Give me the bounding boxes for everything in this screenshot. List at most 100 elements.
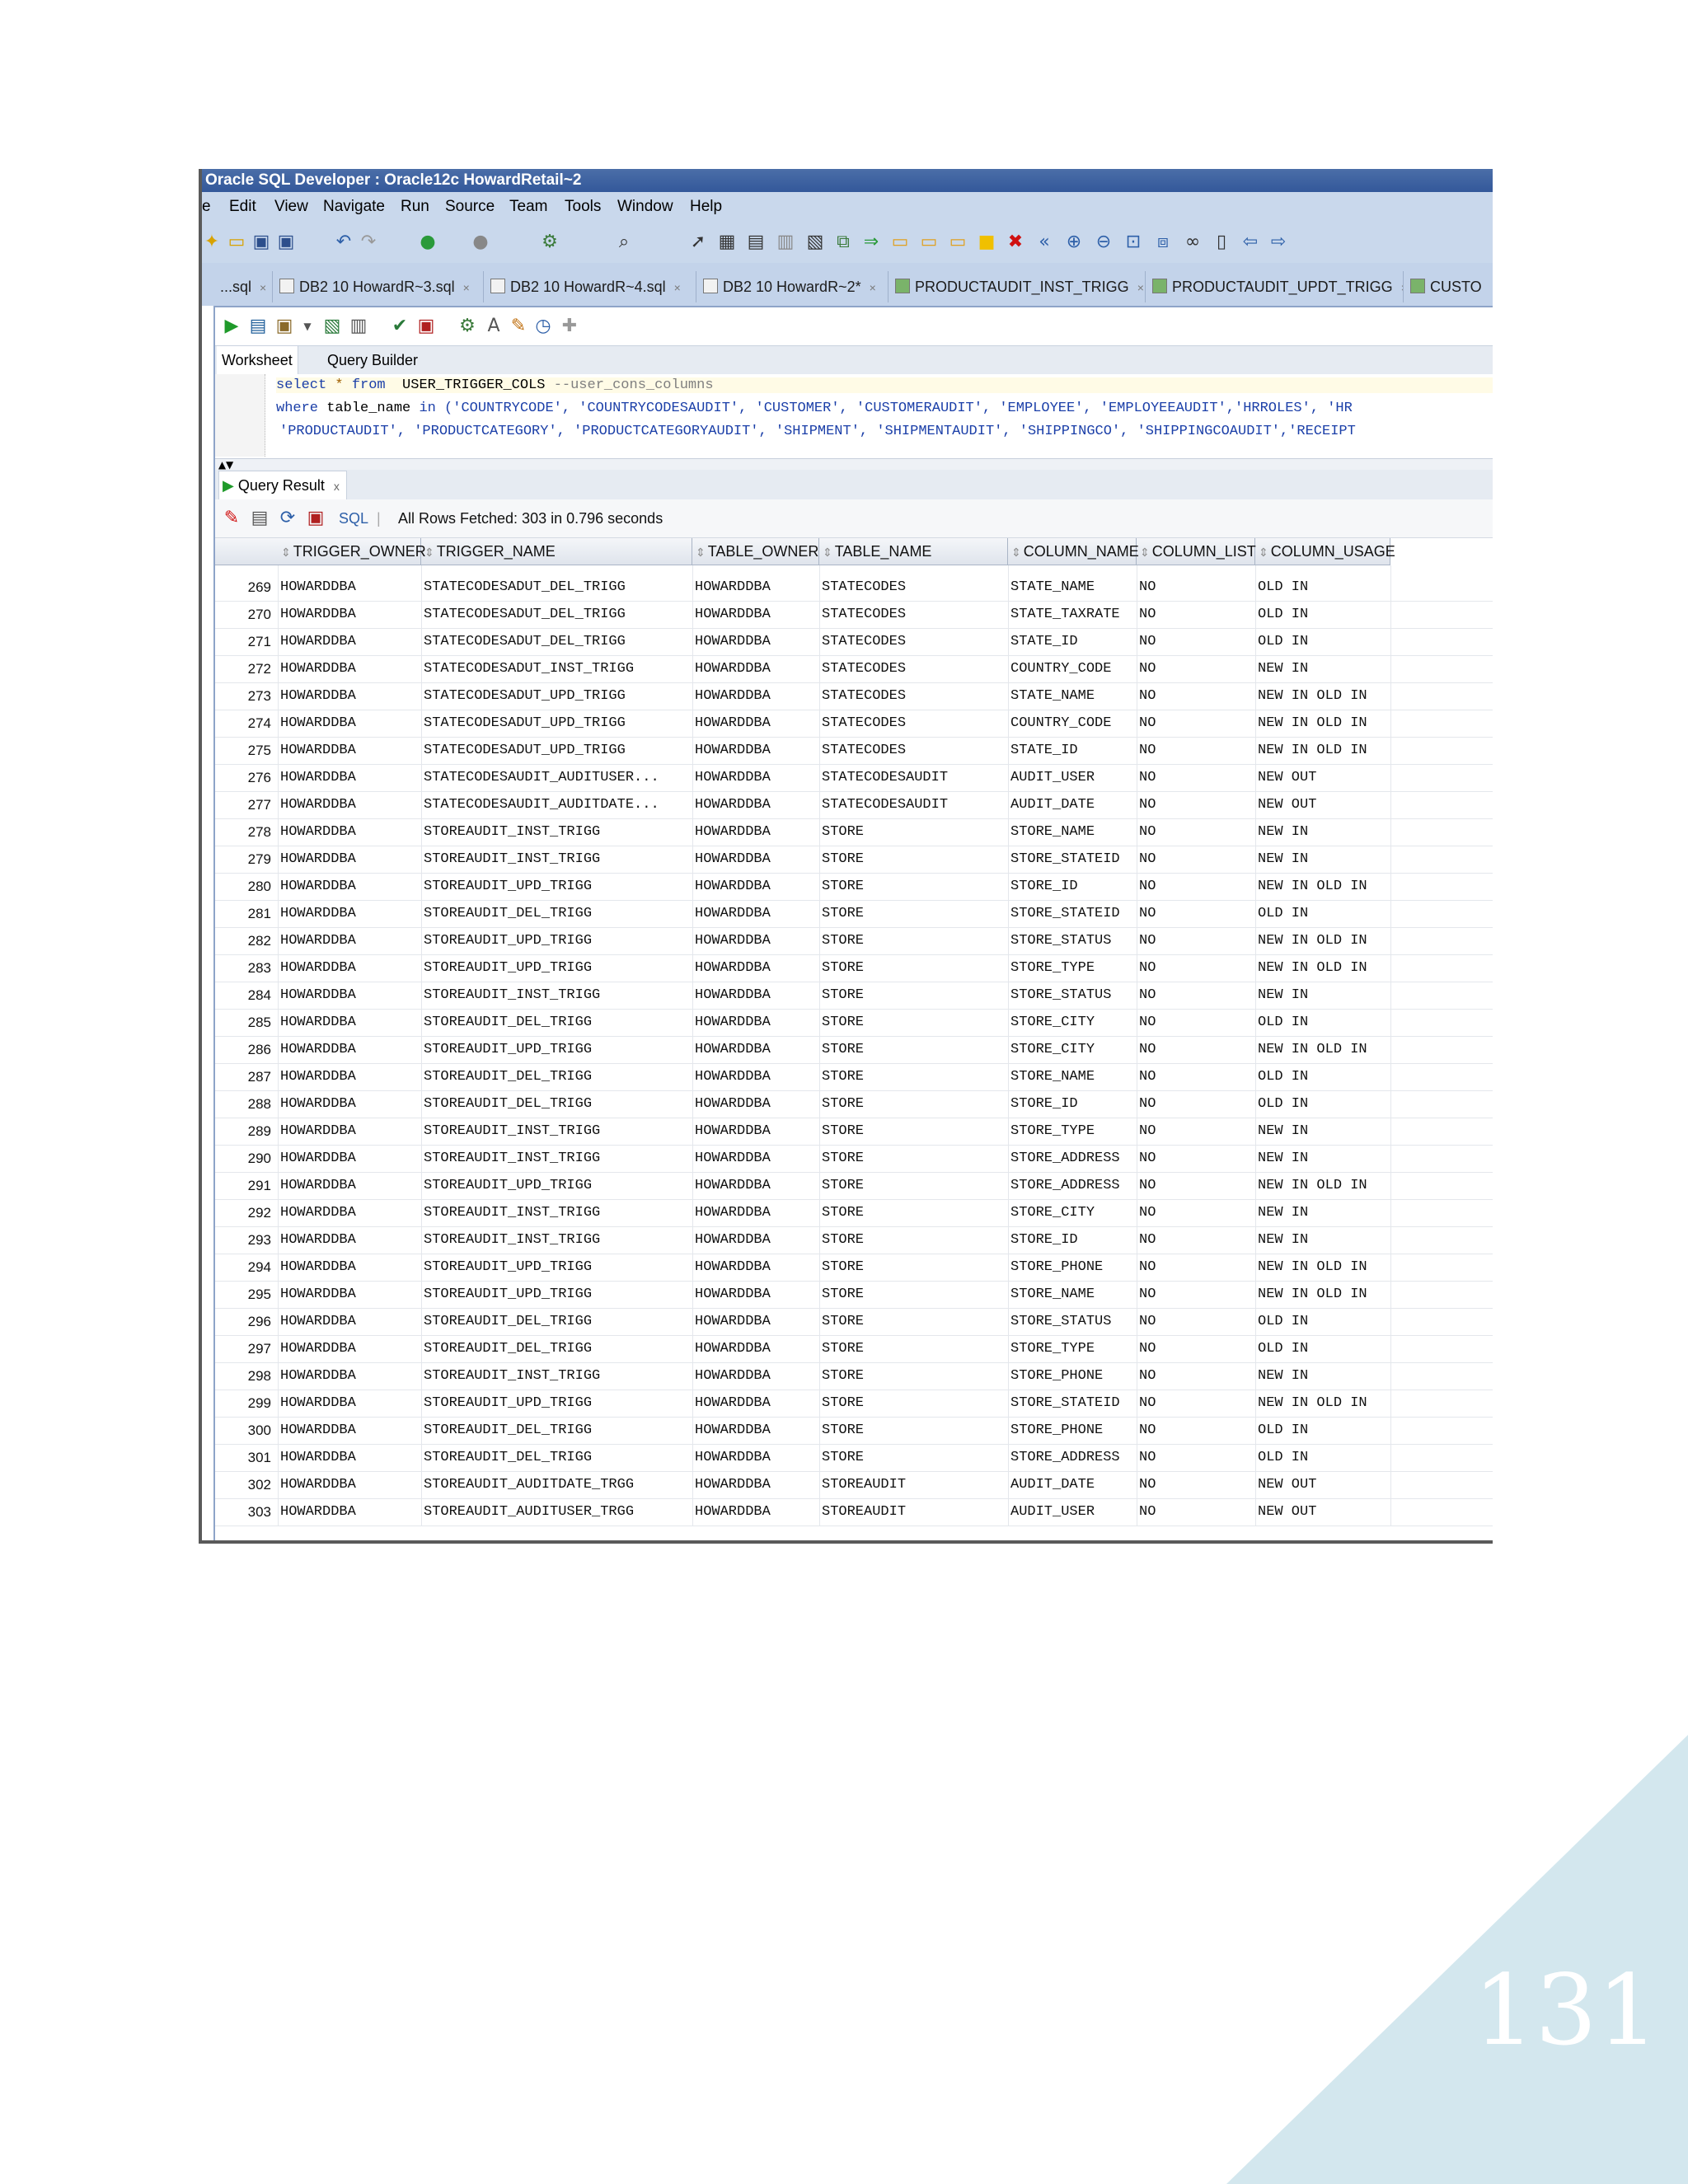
table-row[interactable]: 291 HOWARDDBA STOREAUDIT_UPD_TRIGG HOWARDDB… — [215, 1172, 1493, 1200]
table-row[interactable]: 278 HOWARDDBA STOREAUDIT_INST_TRIGG HOWARDD… — [215, 818, 1493, 846]
cell-table-owner[interactable]: HOWARDDBA — [695, 1308, 818, 1335]
cell-table-owner[interactable]: HOWARDDBA — [695, 1118, 818, 1145]
cell-trigger-name[interactable]: STOREAUDIT_INST_TRIGG — [424, 1199, 692, 1226]
table-row[interactable]: 280 HOWARDDBA STOREAUDIT_UPD_TRIGG HOWARDDB… — [215, 873, 1493, 901]
cell-column-name[interactable]: STORE_TYPE — [1010, 1335, 1136, 1362]
cell-trigger-name[interactable]: STATECODESAUDIT_AUDITDATE... — [424, 791, 692, 818]
sql-tuning-icon[interactable]: ⚙ — [457, 316, 477, 336]
table-row[interactable]: 290 HOWARDDBA STOREAUDIT_INST_TRIGG HOWARDD… — [215, 1145, 1493, 1173]
cell-column-usage[interactable]: NEW IN — [1258, 846, 1390, 873]
pin-icon[interactable]: ✎ — [222, 508, 241, 527]
cell-table-owner[interactable]: HOWARDDBA — [695, 846, 818, 873]
chevron-down-icon[interactable]: ▼ — [298, 316, 317, 336]
cell-column-list[interactable]: NO — [1139, 954, 1254, 982]
column-header-trigger-owner[interactable]: ⇕ TRIGGER_OWNER — [278, 538, 426, 565]
tab-query-result[interactable]: ▶ Query Result x — [218, 471, 347, 499]
run-icon[interactable]: ▶ — [222, 316, 241, 336]
cell-table-name[interactable]: STATECODESAUDIT — [822, 791, 1007, 818]
binoculars-icon[interactable]: ∞ — [1183, 232, 1203, 252]
cell-column-name[interactable]: STORE_ID — [1010, 1226, 1136, 1254]
sql-editor[interactable]: select * from USER_TRIGGER_COLS --user_c… — [215, 374, 1493, 457]
cell-table-owner[interactable]: HOWARDDBA — [695, 655, 818, 682]
cell-table-name[interactable]: STATECODESAUDIT — [822, 764, 1007, 791]
cell-column-list[interactable]: NO — [1139, 1226, 1254, 1254]
cell-column-list[interactable]: NO — [1139, 601, 1254, 628]
cell-table-name[interactable]: STORE — [822, 1199, 1007, 1226]
cell-column-usage[interactable]: NEW IN OLD IN — [1258, 682, 1390, 710]
cell-trigger-name[interactable]: STOREAUDIT_AUDITDATE_TRGG — [424, 1471, 692, 1498]
cell-column-list[interactable]: NO — [1139, 1172, 1254, 1199]
cell-column-list[interactable]: NO — [1139, 1390, 1254, 1417]
table-row[interactable]: 285 HOWARDDBA STOREAUDIT_DEL_TRIGG HOWARDDB… — [215, 1009, 1493, 1037]
table-row[interactable]: 276 HOWARDDBA STATECODESAUDIT_AUDITUSER...… — [215, 764, 1493, 792]
table-row[interactable]: 269 HOWARDDBA STATECODESADUT_DEL_TRIGG HOWA… — [215, 574, 1493, 602]
cell-trigger-owner[interactable]: HOWARDDBA — [280, 1471, 420, 1498]
cell-column-usage[interactable]: NEW IN — [1258, 1118, 1390, 1145]
autotrace-icon[interactable]: ▥ — [349, 316, 368, 336]
cell-column-list[interactable]: NO — [1139, 818, 1254, 846]
cell-trigger-name[interactable]: STOREAUDIT_INST_TRIGG — [424, 982, 692, 1009]
cell-column-usage[interactable]: NEW IN OLD IN — [1258, 1172, 1390, 1199]
cell-trigger-name[interactable]: STOREAUDIT_DEL_TRIGG — [424, 1009, 692, 1036]
cell-column-usage[interactable]: OLD IN — [1258, 900, 1390, 927]
cell-trigger-owner[interactable]: HOWARDDBA — [280, 818, 420, 846]
cell-trigger-owner[interactable]: HOWARDDBA — [280, 846, 420, 873]
cell-trigger-owner[interactable]: HOWARDDBA — [280, 1172, 420, 1199]
cell-table-name[interactable]: STATECODES — [822, 601, 1007, 628]
cell-trigger-owner[interactable]: HOWARDDBA — [280, 574, 420, 601]
print-icon[interactable]: ▤ — [250, 508, 270, 527]
eraser-icon[interactable]: ✎ — [509, 316, 528, 336]
cell-column-usage[interactable]: NEW OUT — [1258, 1498, 1390, 1526]
menu-team[interactable]: Team — [509, 192, 547, 222]
tab-productaudit-inst[interactable]: PRODUCTAUDIT_INST_TRIGG × — [889, 271, 1146, 302]
cell-table-name[interactable]: STORE — [822, 1362, 1007, 1390]
cell-column-name[interactable]: STORE_STATUS — [1010, 982, 1136, 1009]
cell-column-usage[interactable]: NEW IN — [1258, 982, 1390, 1009]
table-row[interactable]: 289 HOWARDDBA STOREAUDIT_INST_TRIGG HOWARDD… — [215, 1118, 1493, 1146]
cell-trigger-owner[interactable]: HOWARDDBA — [280, 628, 420, 655]
page-icon[interactable]: ▯ — [1212, 232, 1231, 252]
cell-table-name[interactable]: STORE — [822, 1417, 1007, 1444]
cell-column-list[interactable]: NO — [1139, 1498, 1254, 1526]
menu-tools[interactable]: Tools — [565, 192, 601, 222]
column-header-column-list[interactable]: ⇕ COLUMN_LIST — [1137, 538, 1256, 565]
sort-icon[interactable]: ⇕ — [1011, 546, 1021, 559]
cell-column-name[interactable]: STATE_ID — [1010, 628, 1136, 655]
cell-table-owner[interactable]: HOWARDDBA — [695, 1281, 818, 1308]
cell-table-owner[interactable]: HOWARDDBA — [695, 1090, 818, 1118]
cell-trigger-owner[interactable]: HOWARDDBA — [280, 710, 420, 737]
cell-column-usage[interactable]: OLD IN — [1258, 1308, 1390, 1335]
cell-column-list[interactable]: NO — [1139, 1417, 1254, 1444]
cell-column-name[interactable]: STORE_ADDRESS — [1010, 1145, 1136, 1172]
cell-trigger-owner[interactable]: HOWARDDBA — [280, 1036, 420, 1063]
tab-howard-3[interactable]: DB2 10 HowardR~3.sql × — [273, 271, 484, 302]
table-row[interactable]: 293 HOWARDDBA STOREAUDIT_INST_TRIGG HOWARDD… — [215, 1226, 1493, 1254]
cell-trigger-owner[interactable]: HOWARDDBA — [280, 1009, 420, 1036]
cell-column-usage[interactable]: NEW OUT — [1258, 1471, 1390, 1498]
pointer-icon[interactable]: ➚ — [688, 232, 708, 252]
cell-trigger-name[interactable]: STOREAUDIT_UPD_TRIGG — [424, 873, 692, 900]
cell-column-usage[interactable]: OLD IN — [1258, 1063, 1390, 1090]
cell-column-name[interactable]: AUDIT_USER — [1010, 764, 1136, 791]
cell-column-name[interactable]: AUDIT_DATE — [1010, 1471, 1136, 1498]
cell-column-list[interactable]: NO — [1139, 982, 1254, 1009]
cell-column-name[interactable]: STORE_ADDRESS — [1010, 1444, 1136, 1471]
cell-column-list[interactable]: NO — [1139, 574, 1254, 601]
note-icon-2[interactable]: ▭ — [919, 232, 939, 252]
column-header-table-owner[interactable]: ⇕ TABLE_OWNER — [692, 538, 819, 565]
cell-column-list[interactable]: NO — [1139, 1308, 1254, 1335]
table-row[interactable]: 287 HOWARDDBA STOREAUDIT_DEL_TRIGG HOWARDDB… — [215, 1063, 1493, 1091]
cell-trigger-owner[interactable]: HOWARDDBA — [280, 737, 420, 764]
cell-column-usage[interactable]: OLD IN — [1258, 628, 1390, 655]
cell-table-name[interactable]: STATECODES — [822, 737, 1007, 764]
cell-column-name[interactable]: STORE_STATUS — [1010, 1308, 1136, 1335]
cell-table-name[interactable]: STATECODES — [822, 710, 1007, 737]
cell-trigger-name[interactable]: STATECODESADUT_UPD_TRIGG — [424, 710, 692, 737]
cell-column-name[interactable]: AUDIT_DATE — [1010, 791, 1136, 818]
cell-table-name[interactable]: STORE — [822, 818, 1007, 846]
menu-source[interactable]: Source — [445, 192, 495, 222]
close-icon[interactable]: × — [260, 281, 266, 294]
cell-trigger-name[interactable]: STOREAUDIT_UPD_TRIGG — [424, 1254, 692, 1281]
run-script-icon[interactable]: ▤ — [248, 316, 268, 336]
zoom-in-icon[interactable]: ⊕ — [1064, 232, 1084, 252]
